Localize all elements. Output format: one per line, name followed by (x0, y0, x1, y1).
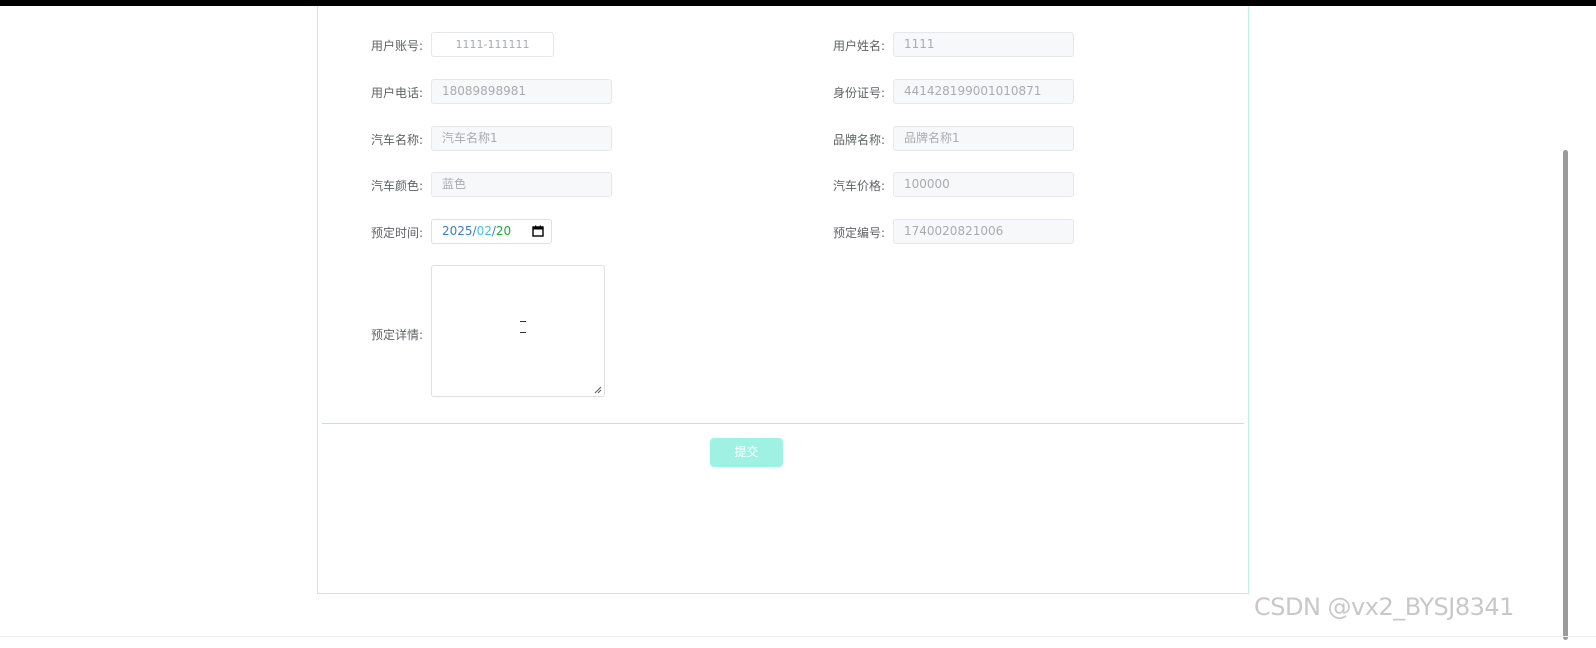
date-month[interactable]: 02 (477, 224, 492, 238)
booking-number-label: 预定编号: (832, 226, 885, 240)
id-card-label: 身份证号: (832, 86, 885, 100)
account-label: 用户账号: (370, 39, 423, 53)
booking-time-date-input[interactable]: 2025/02/20 (431, 219, 552, 244)
car-price-label: 汽车价格: (832, 179, 885, 193)
watermark-text: CSDN @vx2_BYSJ8341 (1254, 593, 1514, 621)
name-field[interactable]: 1111 (893, 32, 1074, 57)
bottom-divider (0, 636, 1596, 637)
resize-grip-icon[interactable] (594, 386, 602, 394)
date-day[interactable]: 20 (496, 224, 511, 238)
car-name-field[interactable]: 汽车名称1 (431, 126, 612, 151)
booking-details-textarea[interactable] (431, 265, 605, 397)
calendar-icon[interactable] (532, 225, 544, 237)
id-card-field[interactable]: 441428199001010871 (893, 79, 1074, 104)
text-cursor-mark (520, 321, 526, 322)
submit-button[interactable]: 提交 (710, 438, 783, 467)
account-field[interactable]: 1111-111111 (431, 32, 554, 57)
car-name-label: 汽车名称: (370, 133, 423, 147)
booking-number-field[interactable]: 1740020821006 (893, 219, 1074, 244)
phone-field[interactable]: 18089898981 (431, 79, 612, 104)
brand-name-field[interactable]: 品牌名称1 (893, 126, 1074, 151)
name-label: 用户姓名: (832, 39, 885, 53)
booking-time-label: 预定时间: (370, 226, 423, 240)
car-price-field[interactable]: 100000 (893, 172, 1074, 197)
scrollbar-thumb[interactable] (1563, 150, 1568, 640)
booking-details-label: 预定详情: (370, 328, 423, 342)
brand-name-label: 品牌名称: (832, 133, 885, 147)
date-year[interactable]: 2025 (442, 224, 473, 238)
form-divider (322, 423, 1244, 424)
text-cursor-mark (520, 332, 526, 333)
car-color-field[interactable]: 蓝色 (431, 172, 612, 197)
phone-label: 用户电话: (370, 86, 423, 100)
car-color-label: 汽车颜色: (370, 179, 423, 193)
